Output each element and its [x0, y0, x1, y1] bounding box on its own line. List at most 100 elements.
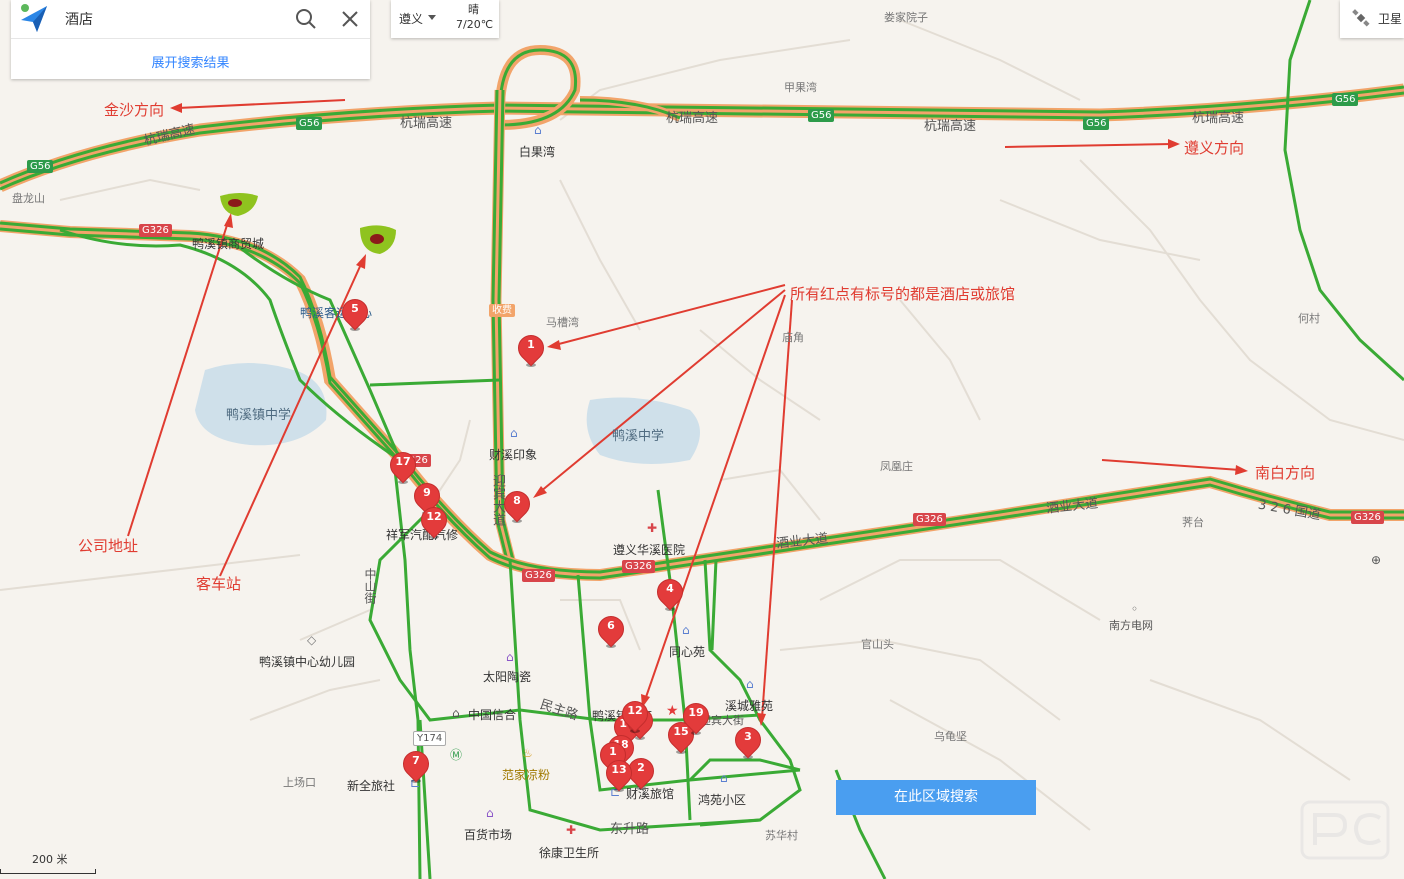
gas-icon: ⊕: [1371, 553, 1382, 567]
hotel-marker[interactable]: 7: [397, 745, 435, 783]
place-label: 中国信合: [468, 708, 517, 722]
weather-temperature: 7/20℃: [456, 18, 494, 31]
g56-shield: G56: [1332, 93, 1359, 106]
marker-number: 1: [609, 745, 617, 758]
place-label: 范家凉粉: [502, 768, 551, 782]
g326-shield: G326: [139, 224, 172, 237]
hotel-marker[interactable]: 5: [336, 293, 374, 331]
close-icon[interactable]: [337, 6, 363, 32]
satellite-icon: [1352, 9, 1370, 27]
marker-number: 13: [611, 763, 627, 776]
place-label: 鸭溪镇商贸城: [192, 237, 265, 251]
bank-icon: ⌂: [452, 706, 460, 720]
place-label: 盘龙山: [12, 192, 45, 205]
scale-label: 200 米: [32, 853, 68, 866]
road-label: 东升路: [610, 822, 650, 837]
place-label: 上场口: [283, 776, 316, 789]
area-search-button[interactable]: 在此区域搜索: [836, 780, 1036, 815]
marker-number: 9: [423, 486, 431, 499]
annotation-company: 公司地址: [78, 537, 139, 555]
place-label: 财溪印象: [489, 448, 538, 462]
marker-number: 6: [607, 619, 615, 632]
map-canvas[interactable]: [0, 0, 1404, 879]
expand-results-link[interactable]: 展开搜索结果: [11, 52, 370, 71]
house-icon: ⌂: [510, 426, 518, 440]
place-label: 娄家院子: [884, 11, 928, 24]
road-label: 杭瑞高速: [924, 119, 977, 134]
search-icon[interactable]: [293, 6, 319, 32]
place-label: 凤凰庄: [880, 460, 913, 473]
g326-shield: G326: [913, 513, 946, 526]
marker-number: 5: [351, 302, 359, 315]
city-selector[interactable]: 遵义: [399, 10, 423, 27]
hotel-marker[interactable]: 13: [600, 754, 638, 792]
g56-shield: G56: [27, 160, 54, 173]
marker-number: 12: [627, 704, 643, 717]
house-icon: ⌂: [720, 771, 728, 785]
annotation-jinsha: 金沙方向: [104, 101, 165, 119]
house-icon: ⌂: [682, 623, 690, 637]
hotel-marker[interactable]: 8: [498, 485, 536, 523]
food-icon: ♨: [522, 746, 533, 760]
hotel-marker[interactable]: 17: [384, 446, 422, 484]
place-label: 何村: [1298, 312, 1320, 325]
annotation-bus-station: 客车站: [196, 575, 242, 593]
tower-icon: ◦: [1131, 602, 1139, 616]
marker-number: 3: [744, 730, 752, 743]
place-label: 徐康卫生所: [539, 846, 600, 860]
place-label: 苏华村: [765, 829, 798, 842]
toll-label: 收费: [489, 304, 515, 317]
road-label: 杭瑞高速: [400, 116, 453, 131]
clinic-icon: ✚: [566, 823, 577, 837]
annotation-all-red: 所有红点有标号的都是酒店或旅馆: [790, 285, 1016, 303]
place-label: 乌龟坚: [934, 730, 967, 743]
marker-number: 7: [412, 754, 420, 767]
marker-number: 19: [688, 706, 704, 719]
g56-shield: G56: [296, 117, 323, 130]
place-label: 新全旅社: [347, 779, 396, 793]
hotel-marker[interactable]: 19: [677, 697, 715, 735]
place-label: 鸭溪镇中学: [226, 408, 292, 423]
map-logo-icon[interactable]: [17, 2, 51, 36]
place-label: 甲果湾: [784, 81, 817, 94]
place-label: 太阳陶瓷: [483, 670, 532, 684]
g56-shield: G56: [1083, 117, 1110, 130]
annotation-nanbai: 南白方向: [1255, 464, 1316, 482]
search-input[interactable]: [63, 8, 267, 30]
place-label: 马槽湾: [546, 316, 579, 329]
place-label: 白果湾: [519, 145, 556, 159]
watermark-logo: [1300, 800, 1390, 860]
house-icon: ⌂: [746, 677, 754, 691]
hotel-marker[interactable]: 4: [651, 573, 689, 611]
hotel-marker[interactable]: 6: [592, 610, 630, 648]
road-label: 杭瑞高速: [1192, 111, 1245, 126]
road-label: 杭瑞高速: [666, 111, 719, 126]
marker-number: 4: [666, 582, 674, 595]
place-label: 同心苑: [669, 645, 706, 659]
g56-shield: G56: [808, 109, 835, 122]
search-panel: 展开搜索结果: [11, 0, 370, 79]
chevron-down-icon[interactable]: [428, 15, 436, 20]
star-icon: ★: [666, 703, 679, 719]
hospital-icon: ✚: [647, 521, 658, 535]
search-row: [11, 0, 370, 39]
g326-shield: G326: [622, 560, 655, 573]
place-label: 庙角: [782, 331, 804, 344]
house-icon: ⌂: [534, 123, 542, 137]
g326-shield: G326: [522, 569, 555, 582]
hotel-marker[interactable]: 12: [415, 501, 453, 539]
y174-shield: Y174: [413, 731, 447, 746]
marker-number: 8: [513, 494, 521, 507]
hotel-marker[interactable]: 3: [729, 721, 767, 759]
place-label: 溪城雅苑: [725, 699, 774, 713]
place-label: 鸭溪镇中心幼儿园: [259, 655, 356, 669]
marker-number: 17: [395, 455, 411, 468]
satellite-button[interactable]: 卫星: [1340, 0, 1404, 38]
marker-number: 12: [426, 510, 442, 523]
annotation-zunyi: 遵义方向: [1184, 139, 1245, 157]
scale-line: [0, 869, 96, 874]
hotel-marker[interactable]: 12: [616, 695, 654, 733]
hotel-marker[interactable]: 1: [512, 329, 550, 367]
place-label: 官山头: [861, 638, 894, 651]
place-label: 鸭溪中学: [612, 429, 665, 444]
